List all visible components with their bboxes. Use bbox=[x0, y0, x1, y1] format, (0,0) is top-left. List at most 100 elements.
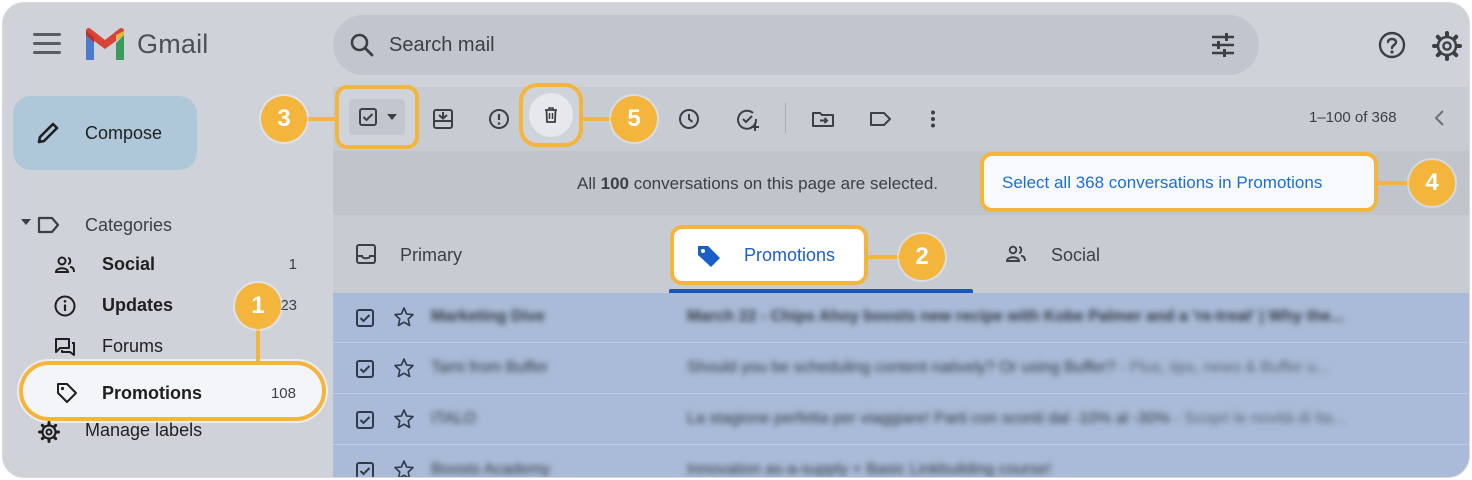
sidebar-item-label: Updates bbox=[102, 295, 174, 315]
callout-connector bbox=[305, 117, 335, 121]
archive-button[interactable] bbox=[427, 103, 459, 135]
sidebar-item-label: Social bbox=[102, 254, 156, 274]
tab-promotions[interactable]: Promotions bbox=[670, 225, 868, 285]
inbox-icon bbox=[356, 244, 376, 264]
sidebar-item-label: Forums bbox=[102, 336, 164, 356]
select-all-checkbox-menu[interactable] bbox=[335, 85, 419, 149]
table-row[interactable]: Tami from Buffer Should you be schedulin… bbox=[333, 344, 1469, 394]
callout-badge: 2 bbox=[899, 234, 945, 280]
select-all-link-label: Select all 368 conversations in Promotio… bbox=[1002, 173, 1323, 192]
row-sender: ITALO bbox=[431, 410, 477, 427]
selection-count: 100 bbox=[600, 174, 629, 193]
selection-message: All 100 conversations on this page are s… bbox=[577, 174, 938, 194]
help-icon[interactable] bbox=[1377, 30, 1407, 60]
mail-list: Marketing Dive March 22 - Chips Ahoy boo… bbox=[333, 293, 1469, 478]
checked-box-icon[interactable] bbox=[355, 308, 375, 328]
star-icon[interactable] bbox=[393, 357, 415, 379]
gear-icon bbox=[38, 421, 60, 443]
callout-connector bbox=[583, 117, 613, 121]
sidebar-item-count: 1 bbox=[288, 256, 297, 273]
checked-box-icon[interactable] bbox=[358, 107, 378, 127]
checked-box-icon[interactable] bbox=[355, 410, 375, 430]
checked-box-icon[interactable] bbox=[355, 359, 375, 379]
row-subject-text: Innovation as-a-supply + Basic Linkbuild… bbox=[687, 461, 1052, 478]
search-input[interactable] bbox=[389, 29, 1089, 61]
more-vert-icon bbox=[931, 110, 935, 128]
label-icon bbox=[37, 216, 60, 234]
star-icon[interactable] bbox=[393, 408, 415, 430]
snooze-button[interactable] bbox=[673, 103, 705, 135]
mail-list-panel: 1–100 of 368 All 100 conversations on th… bbox=[333, 83, 1469, 478]
clock-icon bbox=[679, 109, 699, 129]
row-snippet: - Scopri le novità di Ita... bbox=[1169, 410, 1347, 427]
tab-label: Promotions bbox=[744, 245, 836, 265]
row-subject: March 22 - Chips Ahoy boosts new recipe … bbox=[687, 308, 1457, 326]
callout-connector bbox=[1378, 181, 1410, 185]
labels-button[interactable] bbox=[865, 103, 897, 135]
tag-icon bbox=[698, 246, 720, 267]
gmail-logo-icon bbox=[86, 27, 124, 60]
selection-message-pre: All bbox=[577, 174, 601, 193]
row-subject: La stagione perfetta per viaggiare! Part… bbox=[687, 410, 1457, 428]
sidebar-item-count: 108 bbox=[270, 385, 296, 402]
tab-primary[interactable]: Primary bbox=[333, 215, 663, 293]
row-subject-text: Should you be scheduling content nativel… bbox=[687, 359, 1116, 376]
callout-badge: 1 bbox=[235, 283, 281, 329]
caret-down-icon bbox=[21, 219, 31, 225]
sidebar-item-label: Promotions bbox=[102, 383, 203, 403]
pagination-text: 1–100 of 368 bbox=[1309, 109, 1397, 126]
row-snippet: - Plus, tips, news & Buffer u... bbox=[1115, 359, 1330, 376]
trash-icon bbox=[545, 107, 557, 123]
table-row[interactable]: ITALO La stagione perfetta per viaggiare… bbox=[333, 395, 1469, 445]
manage-labels-label: Manage labels bbox=[85, 420, 203, 440]
people-icon bbox=[54, 256, 75, 273]
search-icon[interactable] bbox=[349, 32, 375, 58]
checked-box-icon[interactable] bbox=[355, 461, 375, 478]
delete-button[interactable] bbox=[519, 83, 583, 147]
chevron-left-icon[interactable] bbox=[1433, 109, 1447, 127]
label-icon bbox=[870, 112, 891, 126]
settings-gear-icon[interactable] bbox=[1431, 30, 1463, 62]
sidebar-item-count: 23 bbox=[280, 297, 297, 314]
dropdown-arrow-icon[interactable] bbox=[387, 113, 397, 121]
move-to-button[interactable] bbox=[807, 103, 839, 135]
star-icon[interactable] bbox=[393, 459, 415, 478]
row-subject: Innovation as-a-supply + Basic Linkbuild… bbox=[687, 461, 1457, 478]
table-row[interactable]: Boosts Academy Innovation as-a-supply + … bbox=[333, 446, 1469, 478]
more-options-button[interactable] bbox=[917, 103, 949, 135]
sidebar-item-promotions[interactable]: Promotions 108 bbox=[19, 361, 326, 421]
sidebar-item-social[interactable]: Social 1 bbox=[3, 245, 323, 285]
people-icon bbox=[1006, 245, 1026, 262]
row-sender: Boosts Academy bbox=[431, 461, 551, 478]
tab-label: Primary bbox=[400, 245, 462, 265]
tab-social[interactable]: Social bbox=[983, 215, 1283, 293]
toolbar-divider bbox=[785, 103, 786, 133]
report-icon bbox=[489, 109, 509, 129]
search-options-icon[interactable] bbox=[1209, 31, 1237, 59]
tab-label: Social bbox=[1051, 245, 1101, 265]
select-all-conversations-link[interactable]: Select all 368 conversations in Promotio… bbox=[980, 152, 1378, 212]
tag-icon bbox=[57, 383, 77, 403]
row-subject-text: La stagione perfetta per viaggiare! Part… bbox=[687, 410, 1170, 427]
menu-icon[interactable] bbox=[33, 33, 61, 57]
add-to-tasks-button[interactable] bbox=[731, 103, 763, 135]
star-icon[interactable] bbox=[393, 306, 415, 328]
add-task-icon bbox=[737, 109, 759, 131]
compose-label: Compose bbox=[85, 123, 163, 143]
app-name: Gmail bbox=[137, 29, 209, 59]
top-bar: Gmail bbox=[3, 3, 1469, 87]
selection-message-post: conversations on this page are selected. bbox=[629, 174, 939, 193]
callout-badge: 3 bbox=[261, 96, 307, 142]
select-control bbox=[349, 99, 405, 135]
move-folder-icon bbox=[812, 112, 834, 127]
row-sender: Tami from Buffer bbox=[431, 359, 549, 376]
compose-button[interactable]: Compose bbox=[13, 96, 197, 170]
row-subject: Should you be scheduling content nativel… bbox=[687, 359, 1457, 377]
callout-badge: 4 bbox=[1409, 160, 1455, 206]
callout-connector bbox=[867, 255, 901, 259]
delete-button-highlight bbox=[529, 93, 573, 137]
categories-label: Categories bbox=[85, 215, 173, 235]
table-row[interactable]: Marketing Dive March 22 - Chips Ahoy boo… bbox=[333, 293, 1469, 343]
search-bar[interactable] bbox=[333, 15, 1259, 75]
report-spam-button[interactable] bbox=[483, 103, 515, 135]
